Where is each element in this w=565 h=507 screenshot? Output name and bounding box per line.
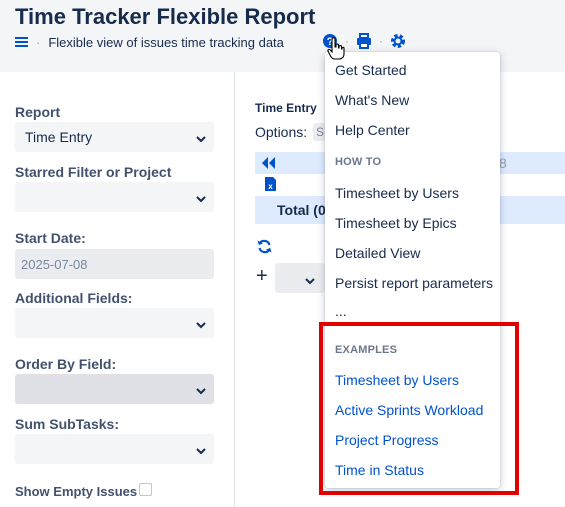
separator: · — [36, 34, 41, 50]
highlight-box — [319, 322, 519, 495]
additional-fields-label: Additional Fields: — [15, 290, 133, 306]
double-left-arrow-icon[interactable] — [260, 156, 276, 175]
header-subbar: · Flexible view of issues time tracking … — [15, 33, 284, 51]
chevron-down-icon — [196, 383, 206, 399]
menu-icon[interactable] — [15, 36, 28, 48]
refresh-icon[interactable] — [257, 239, 272, 259]
settings-icon[interactable] — [390, 33, 406, 49]
report-select-value: Time Entry — [25, 129, 93, 145]
howto-heading: HOW TO — [335, 156, 382, 168]
page-title: Time Tracker Flexible Report — [15, 4, 316, 29]
additional-fields-select[interactable] — [15, 308, 214, 338]
menu-item-howto-more[interactable]: ... — [335, 303, 347, 319]
section-title: Time Entry — [255, 101, 317, 115]
add-icon[interactable]: + — [256, 266, 268, 286]
order-by-label: Order By Field: — [15, 356, 117, 372]
menu-item-howto-persist-params[interactable]: Persist report parameters — [335, 275, 493, 291]
svg-text:x: x — [268, 182, 273, 191]
filter-label: Starred Filter or Project — [15, 164, 172, 180]
start-date-value: 2025-07-08 — [21, 256, 88, 272]
page-subtitle: Flexible view of issues time tracking da… — [48, 34, 284, 50]
chevron-down-icon — [196, 317, 206, 333]
report-label: Report — [15, 104, 61, 120]
chevron-down-icon — [305, 273, 315, 291]
report-select[interactable]: Time Entry — [15, 122, 214, 152]
chevron-down-icon — [196, 443, 206, 459]
print-icon[interactable] — [356, 33, 372, 49]
menu-item-howto-detailed-view[interactable]: Detailed View — [335, 245, 420, 261]
hand-cursor-icon — [327, 37, 345, 66]
start-date-label: Start Date: — [15, 230, 86, 246]
menu-item-get-started[interactable]: Get Started — [335, 62, 407, 78]
chevron-down-icon — [196, 131, 206, 147]
menu-item-help-center[interactable]: Help Center — [335, 122, 410, 138]
show-empty-label: Show Empty Issues — [15, 484, 138, 499]
excel-export-icon[interactable]: x — [265, 177, 276, 196]
options-label: Options: — [255, 124, 308, 140]
separator: · — [345, 34, 349, 48]
divider — [234, 72, 235, 507]
menu-item-whats-new[interactable]: What's New — [335, 92, 409, 108]
total-label: Total (0 — [277, 202, 326, 218]
menu-item-howto-timesheet-users[interactable]: Timesheet by Users — [335, 185, 459, 201]
filter-select[interactable] — [15, 182, 214, 212]
sum-subtasks-label: Sum SubTasks: — [15, 416, 119, 432]
sum-subtasks-select[interactable] — [15, 434, 214, 464]
order-by-select[interactable] — [15, 374, 214, 404]
separator: · — [379, 34, 383, 48]
show-empty-checkbox[interactable] — [139, 483, 152, 496]
period-number: 8 — [499, 155, 507, 171]
menu-item-howto-timesheet-epics[interactable]: Timesheet by Epics — [335, 215, 457, 231]
start-date-input[interactable]: 2025-07-08 — [15, 249, 214, 279]
chevron-down-icon — [196, 191, 206, 207]
add-field-select[interactable] — [275, 263, 325, 293]
